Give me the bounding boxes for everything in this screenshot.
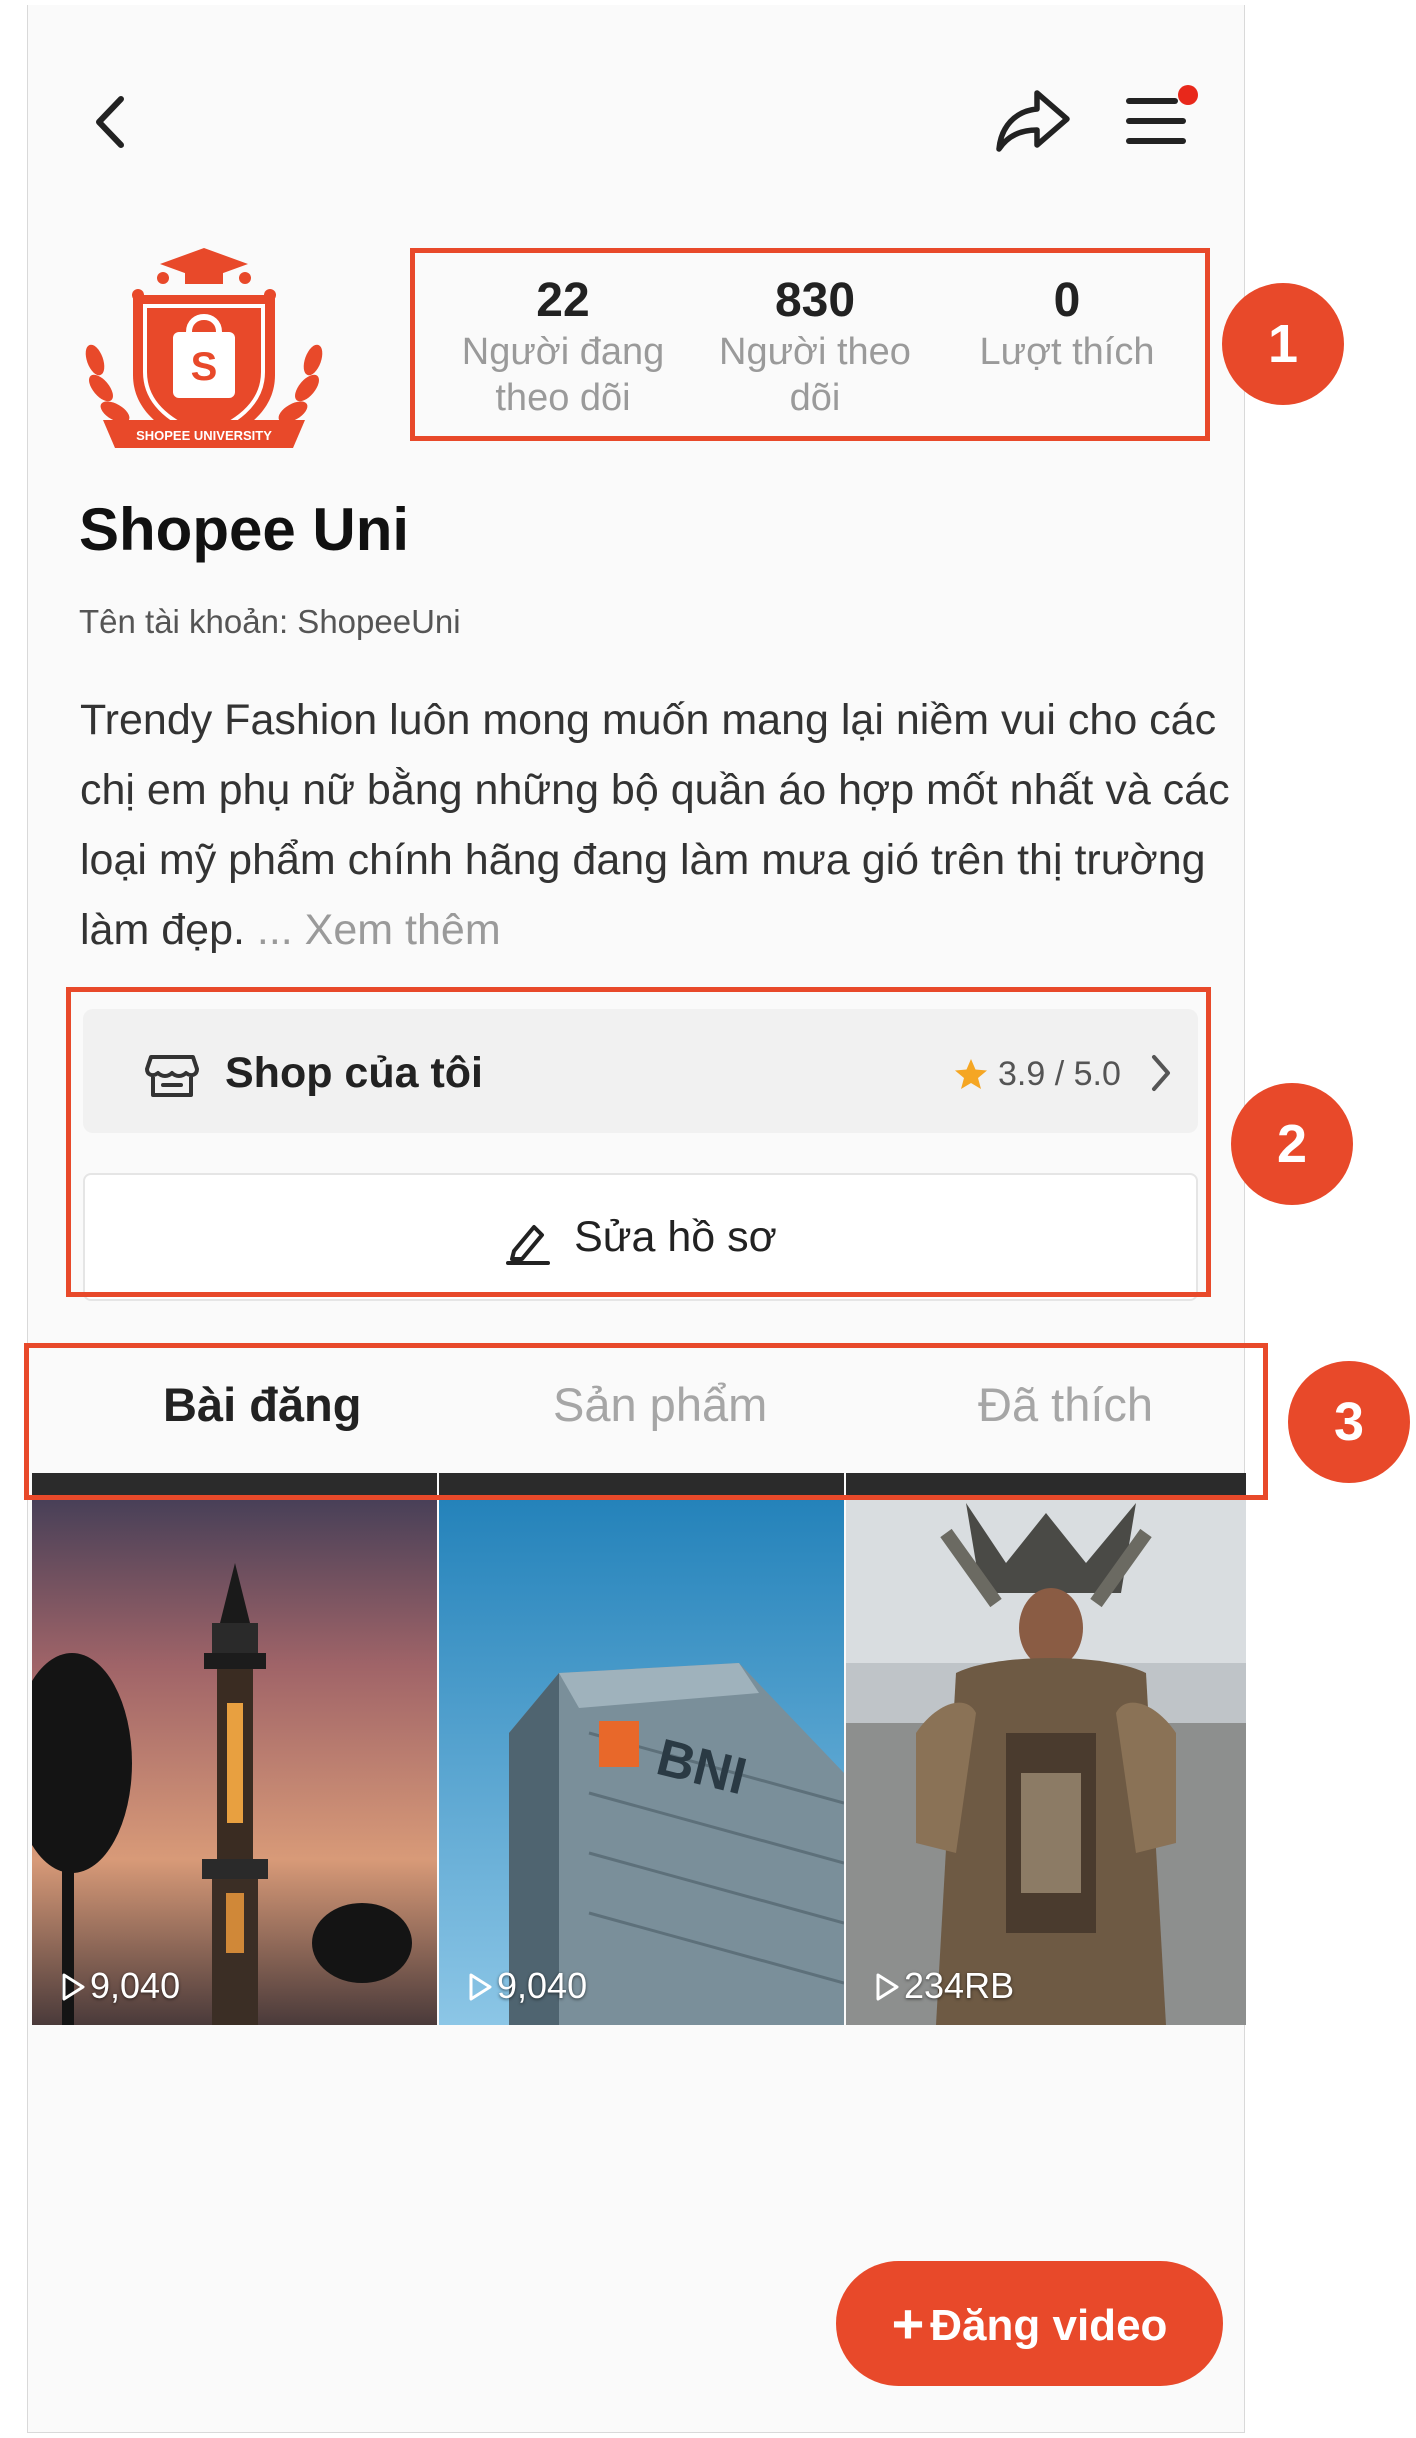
video-views-count: 234RB	[904, 1965, 1015, 2006]
video-thumbnail[interactable]: BNI 9,040	[439, 1473, 844, 2025]
bio-text: Trendy Fashion luôn mong muốn mang lại n…	[80, 696, 1230, 954]
video-views-count: 9,040	[497, 1965, 588, 2006]
callout-marker-2: 2	[1231, 1083, 1353, 1205]
play-icon	[876, 1973, 899, 2001]
post-video-button[interactable]: + Đăng video	[836, 2261, 1223, 2386]
play-icon	[469, 1973, 492, 2001]
video-views-count: 9,040	[90, 1965, 181, 2006]
tower-sunset-image	[32, 1473, 437, 2025]
bio-more-link[interactable]: ... Xem thêm	[257, 906, 501, 954]
profile-name: Shopee Uni	[79, 496, 410, 563]
video-views: 9,040	[60, 1965, 180, 2007]
callout-marker-3: 3	[1288, 1361, 1410, 1483]
post-video-label: Đăng video	[930, 2301, 1168, 2350]
plus-icon: +	[891, 2292, 925, 2355]
svg-text:S: S	[191, 345, 218, 389]
highlight-box-stats	[410, 248, 1210, 441]
video-views: 234RB	[874, 1965, 1014, 2007]
video-thumbnail[interactable]: 9,040	[32, 1473, 437, 2025]
share-icon[interactable]	[993, 85, 1073, 157]
shopee-university-logo: S SHOPEE UNIVERSITY	[73, 240, 335, 465]
back-icon[interactable]	[83, 87, 143, 157]
profile-bio: Trendy Fashion luôn mong muốn mang lại n…	[80, 685, 1230, 965]
play-icon	[62, 1973, 85, 2001]
highlight-box-tabs	[24, 1343, 1268, 1500]
callout-marker-1: 1	[1222, 283, 1344, 405]
highlight-box-shop-edit	[66, 987, 1211, 1297]
costume-performer-image	[846, 1473, 1246, 2025]
video-views: 9,040	[467, 1965, 587, 2007]
notification-dot	[1178, 85, 1198, 105]
profile-username: Tên tài khoản: ShopeeUni	[79, 603, 461, 640]
svg-text:SHOPEE UNIVERSITY: SHOPEE UNIVERSITY	[136, 428, 272, 443]
video-thumbnail[interactable]: 234RB	[846, 1473, 1246, 2025]
bni-building-image: BNI	[439, 1473, 844, 2025]
